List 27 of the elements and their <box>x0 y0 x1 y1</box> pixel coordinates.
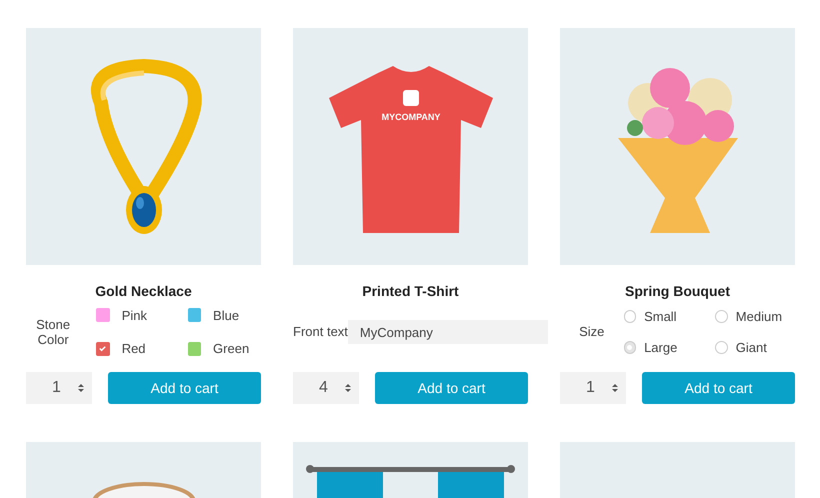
text-field[interactable]: MyCompany <box>348 320 548 344</box>
color-checkbox[interactable] <box>188 308 202 322</box>
checkbox-label: Blue <box>213 306 240 324</box>
quantity-field[interactable]: 4 <box>293 372 359 404</box>
stepper-icon <box>345 383 351 393</box>
product-title: Printed T-Shirt <box>361 282 460 301</box>
quantity-field[interactable]: 1 <box>26 372 92 404</box>
size-radio[interactable]: Small <box>624 306 704 326</box>
option-label: Stone Color <box>35 317 72 347</box>
option-label: Size <box>578 323 606 342</box>
quantity-field[interactable]: 1 <box>560 372 626 404</box>
product-title: Gold Necklace <box>94 282 193 301</box>
checkbox-label: Green <box>213 340 250 358</box>
option-label: Front text <box>293 323 348 342</box>
size-radio[interactable]: Medium <box>715 306 795 326</box>
stepper-icon <box>78 383 84 393</box>
color-checkbox[interactable] <box>96 308 110 322</box>
size-radio[interactable]: Large <box>624 338 704 358</box>
size-radio[interactable]: Giant <box>715 338 795 358</box>
color-checkbox[interactable] <box>96 342 110 356</box>
product-title: Spring Bouquet <box>624 282 731 301</box>
tshirt-drawing: MYCOMPANY <box>329 66 493 233</box>
color-checkbox[interactable] <box>188 342 202 356</box>
checkbox-label: Pink <box>122 306 148 324</box>
checkbox-label: Red <box>122 340 147 358</box>
check-icon <box>98 344 108 354</box>
stepper-icon <box>612 383 618 393</box>
